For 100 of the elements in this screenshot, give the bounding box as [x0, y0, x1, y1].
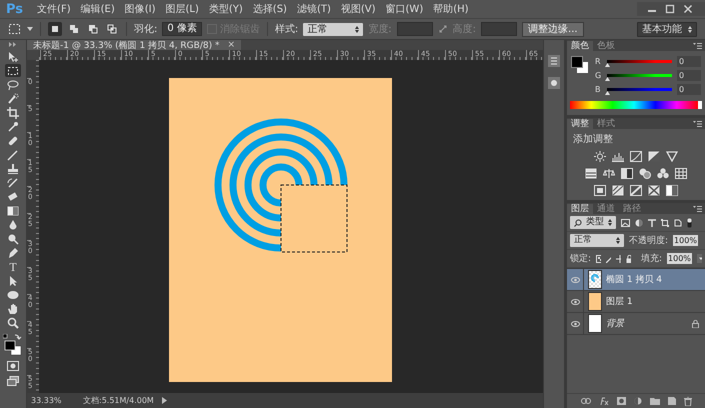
adjustment-layer-icon[interactable]: [634, 397, 642, 405]
folder-icon[interactable]: [650, 397, 660, 405]
quick-mask-icon[interactable]: [7, 361, 19, 371]
fill-field[interactable]: 100%: [667, 253, 692, 264]
diagonal-icon[interactable]: [630, 185, 642, 196]
document-tab[interactable]: 未标题-1 @ 33.3% (椭圆 1 拷贝 4, RGB/8) * ×: [27, 40, 241, 50]
caret-icon[interactable]: [27, 26, 33, 32]
foreground-background-swatch[interactable]: [571, 56, 589, 74]
slash-icon[interactable]: [612, 185, 624, 196]
layer-style-icon[interactable]: [598, 397, 608, 405]
menu-item[interactable]: 编辑(E): [80, 2, 115, 16]
channel-value-field[interactable]: 0: [677, 84, 701, 95]
caret-icon[interactable]: [696, 254, 702, 263]
blend-mode-dropdown[interactable]: 正常: [570, 234, 624, 247]
type-filter-icon[interactable]: [648, 218, 656, 226]
brush-icon[interactable]: [606, 254, 612, 262]
stamp-tool-icon[interactable]: [5, 162, 21, 175]
height-field[interactable]: [481, 22, 518, 36]
selection-mode-button[interactable]: [67, 22, 81, 36]
menu-item[interactable]: 文件(F): [37, 2, 71, 16]
menu-item[interactable]: 滤镜(T): [296, 2, 331, 16]
panel-tab[interactable]: 图层: [567, 204, 593, 214]
halves-icon[interactable]: [621, 168, 633, 179]
selection-mode-button[interactable]: [86, 22, 100, 36]
channel-value-field[interactable]: 0: [677, 56, 701, 67]
tab-close-button[interactable]: ×: [227, 40, 235, 50]
image-filter-icon[interactable]: [621, 218, 630, 226]
layer-row[interactable]: 背景: [567, 313, 705, 335]
properties-icon[interactable]: [547, 76, 561, 90]
layer-row[interactable]: 图层 1: [567, 291, 705, 313]
menu-item[interactable]: 视图(V): [340, 2, 376, 16]
panel-tab[interactable]: 路径: [619, 204, 645, 214]
slider-thumb[interactable]: [605, 77, 610, 81]
channel-value-field[interactable]: 0: [677, 70, 701, 81]
menu-item[interactable]: 窗口(W): [386, 2, 424, 16]
workspace-dropdown[interactable]: 基本功能: [637, 22, 697, 36]
layer-row[interactable]: 椭圆 1 拷贝 4: [567, 269, 705, 291]
screen-mode-icon[interactable]: [7, 376, 19, 386]
move-icon[interactable]: [616, 254, 622, 262]
sun-icon[interactable]: [594, 151, 606, 162]
eye-icon[interactable]: [570, 276, 580, 282]
menu-item[interactable]: 图像(I): [124, 2, 156, 16]
eye-icon[interactable]: [570, 298, 580, 304]
menu-item[interactable]: 帮助(H): [433, 2, 469, 16]
slider-thumb[interactable]: [605, 63, 610, 67]
selection-mode-button[interactable]: [105, 22, 119, 36]
circle-filter-icon[interactable]: [635, 218, 643, 226]
slider-thumb[interactable]: [605, 91, 610, 95]
history-icon[interactable]: [547, 54, 561, 68]
panel-menu-icon[interactable]: [693, 206, 702, 212]
smart-object-filter-icon[interactable]: [674, 218, 682, 226]
marquee-icon[interactable]: [8, 23, 22, 35]
width-field[interactable]: [396, 22, 433, 36]
gradient-tool-icon[interactable]: [5, 204, 21, 217]
clover-icon[interactable]: [657, 168, 669, 179]
menu-item[interactable]: 类型(Y): [208, 2, 243, 16]
color-swatches-icon[interactable]: [3, 334, 23, 356]
new-layer-icon[interactable]: [668, 397, 676, 405]
gradient-icon[interactable]: [666, 185, 678, 196]
lasso-tool-icon[interactable]: [5, 78, 21, 91]
feather-field[interactable]: 0 像素: [162, 22, 202, 36]
cross-icon[interactable]: [648, 185, 660, 196]
panel-tab[interactable]: 颜色: [567, 41, 593, 51]
menu-item[interactable]: 图层(L): [166, 2, 199, 16]
refine-edge-button[interactable]: 调整边缘...: [522, 22, 584, 36]
maximize-icon[interactable]: [665, 4, 675, 14]
triangle-icon[interactable]: [666, 151, 678, 162]
grid-icon[interactable]: [675, 168, 687, 179]
lock-icon[interactable]: [626, 254, 631, 262]
panel-menu-icon[interactable]: [693, 42, 702, 48]
marquee-tool-icon[interactable]: [5, 64, 21, 77]
histogram-icon[interactable]: [612, 151, 624, 162]
trash-icon[interactable]: [684, 396, 692, 406]
panel-tab[interactable]: 色板: [593, 41, 619, 51]
zoom-tool-icon[interactable]: [5, 316, 21, 329]
color-spectrum-bar[interactable]: [570, 101, 702, 109]
type-tool[interactable]: T: [5, 260, 21, 273]
panel-tab[interactable]: 通道: [593, 204, 619, 214]
link-icon[interactable]: [580, 398, 590, 404]
zoom-level[interactable]: 33.33%: [31, 396, 75, 405]
circles-icon[interactable]: [639, 168, 651, 179]
layer-filter-dropdown[interactable]: 类型: [570, 216, 616, 229]
crop-tool-icon[interactable]: [5, 106, 21, 119]
eye-icon[interactable]: [570, 320, 580, 326]
collapse-icon[interactable]: [9, 42, 17, 47]
opacity-field[interactable]: 100%: [673, 235, 698, 246]
scales-icon[interactable]: [603, 168, 615, 179]
panel-menu-icon[interactable]: [693, 120, 702, 126]
panel-tab[interactable]: 样式: [593, 119, 619, 129]
curves-icon[interactable]: [630, 151, 642, 162]
lock-pixels-icon[interactable]: [596, 254, 602, 262]
panel-tab[interactable]: 调整: [567, 119, 593, 129]
shape-filter-icon[interactable]: [661, 218, 669, 226]
close-icon[interactable]: [683, 4, 693, 14]
swap-icon[interactable]: [438, 24, 448, 34]
selection-mode-button[interactable]: [48, 22, 62, 36]
menu-item[interactable]: 选择(S): [252, 2, 287, 16]
arrow-right-icon[interactable]: [162, 397, 167, 404]
mask-icon[interactable]: [616, 397, 626, 405]
style-dropdown[interactable]: 正常: [303, 22, 364, 36]
